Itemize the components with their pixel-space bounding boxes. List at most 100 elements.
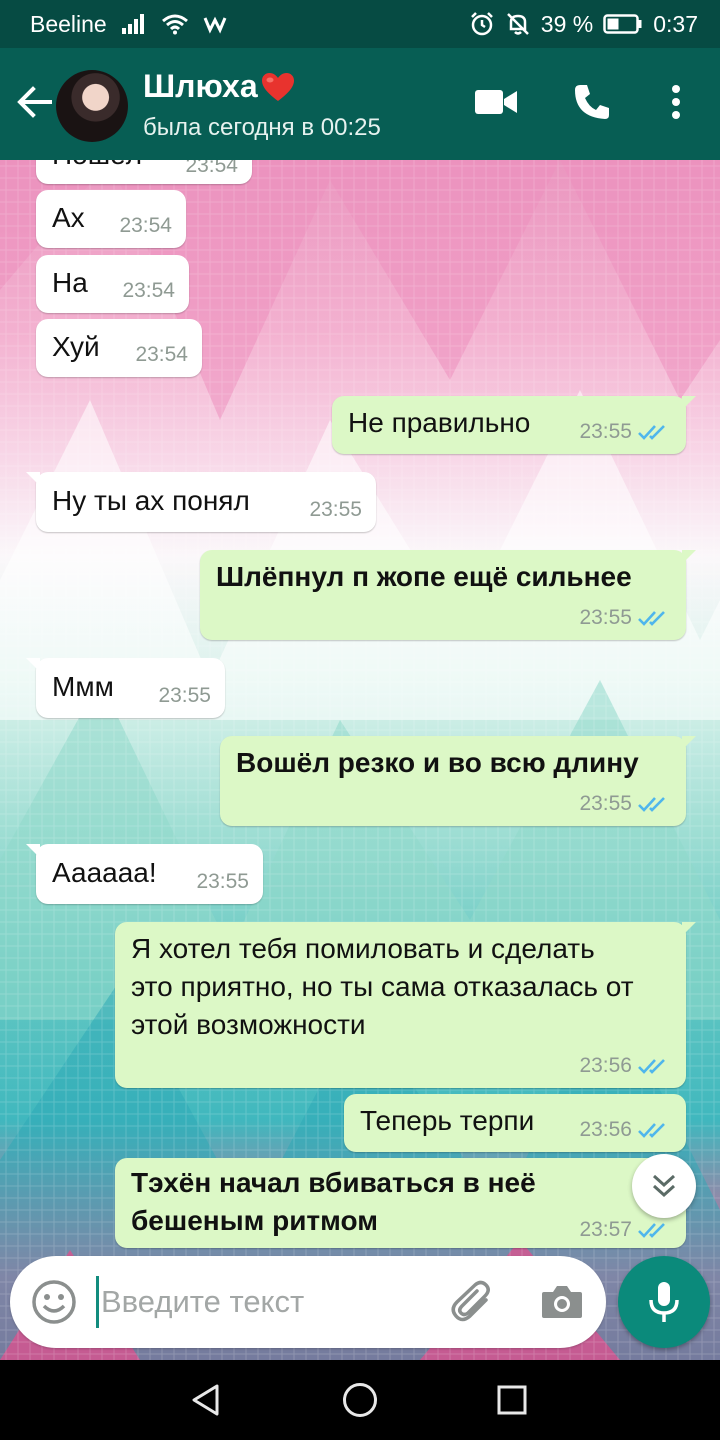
chat-header: Шлюха была сегодня в 00:25 (0, 48, 720, 160)
nav-recents-button[interactable] (486, 1374, 538, 1426)
alarm-icon (469, 11, 495, 37)
double-check-icon (638, 611, 665, 626)
carrier-name: Beeline (30, 10, 107, 37)
clock: 0:37 (653, 10, 698, 37)
message-text: Ну ты ах понял (52, 485, 250, 516)
message-time-text: 23:55 (309, 498, 362, 521)
message-incoming[interactable]: Ммм 23:55 (26, 658, 225, 718)
signal-icon (121, 13, 147, 35)
battery-percent: 39 % (540, 10, 594, 37)
double-check-icon (638, 1223, 665, 1238)
message-outgoing[interactable]: Шлёпнул п жопе ещё сильнее 23:55 (200, 550, 696, 640)
paperclip-icon (451, 1280, 490, 1322)
message-time-text: 23:56 (579, 1054, 632, 1077)
message-incoming[interactable]: Аааааа! 23:55 (26, 844, 263, 904)
message-text: Я хотел тебя помиловать и сделать это пр… (131, 933, 634, 1040)
wifi-icon (161, 13, 189, 35)
contact-name[interactable]: Шлюха (143, 68, 296, 105)
video-call-icon (475, 90, 517, 114)
battery-icon (603, 13, 643, 35)
message-incoming[interactable]: Ну ты ах понял 23:55 (26, 472, 376, 532)
emoji-button[interactable] (30, 1278, 78, 1326)
voice-call-button[interactable] (564, 74, 620, 130)
more-vert-icon (672, 85, 680, 119)
message-time-text: 23:55 (158, 684, 211, 707)
double-check-icon (638, 425, 665, 440)
circle-home-icon (343, 1383, 377, 1417)
message-time-text: 23:55 (579, 606, 632, 629)
message-text: Шлёпнул п жопе ещё сильнее (216, 561, 632, 592)
message-time: 23:55 (579, 420, 670, 444)
wifi-calling-icon (203, 14, 229, 34)
message-time: 23:54 (122, 279, 175, 303)
message-text: Хуй (52, 331, 100, 362)
message-time: 23:55 (158, 684, 211, 708)
message-composer (10, 1256, 606, 1348)
message-time-text: 23:54 (122, 279, 175, 302)
scroll-to-bottom-button[interactable] (632, 1154, 696, 1218)
message-time-text: 23:54 (135, 343, 188, 366)
message-text: Вошёл резко и во всю длину (236, 747, 639, 778)
message-outgoing[interactable]: Вошёл резко и во всю длину 23:55 (220, 736, 696, 826)
triangle-back-icon (192, 1384, 219, 1416)
double-check-icon (638, 797, 665, 812)
message-time: 23:57 (579, 1218, 670, 1242)
message-time: 23:56 (579, 1054, 670, 1078)
message-time: 23:55 (579, 606, 670, 630)
message-text: На (52, 267, 88, 298)
message-time-text: 23:57 (579, 1218, 632, 1241)
message-text: Теперь терпи (360, 1105, 535, 1136)
back-button[interactable] (10, 78, 58, 126)
message-incoming[interactable]: Пошёл 23:54 (36, 160, 252, 184)
message-time-text: 23:54 (185, 160, 238, 177)
emoji-icon (32, 1280, 76, 1324)
system-navigation-bar (0, 1360, 720, 1440)
message-outgoing[interactable]: Я хотел тебя помиловать и сделать это пр… (115, 922, 696, 1088)
nav-back-button[interactable] (180, 1374, 232, 1426)
message-outgoing[interactable]: Не правильно 23:55 (332, 396, 696, 454)
message-incoming[interactable]: Ах 23:54 (36, 190, 186, 248)
back-arrow-icon (17, 86, 52, 118)
message-text: Ммм (52, 671, 114, 702)
message-time-text: 23:55 (196, 870, 249, 893)
message-outgoing[interactable]: Тэхён начал вбиваться в неё бешеным ритм… (115, 1158, 686, 1248)
message-time-text: 23:56 (579, 1118, 632, 1141)
phone-icon (575, 85, 609, 119)
camera-icon (542, 1286, 582, 1318)
chat-area[interactable]: Пошёл 23:54 Ах 23:54 На 23:54 Хуй 23:54 … (0, 160, 720, 1360)
message-time: 23:54 (185, 160, 238, 178)
double-check-icon (638, 1123, 665, 1138)
more-options-button[interactable] (648, 74, 704, 130)
video-call-button[interactable] (468, 74, 524, 130)
last-seen-status: была сегодня в 00:25 (143, 114, 381, 141)
message-time-text: 23:55 (579, 792, 632, 815)
message-time: 23:56 (579, 1118, 670, 1142)
square-recents-icon (497, 1385, 527, 1415)
message-text: Тэхён начал вбиваться в неё бешеным ритм… (131, 1167, 536, 1236)
message-time-text: 23:55 (579, 420, 632, 443)
message-time-text: 23:54 (119, 214, 172, 237)
avatar[interactable] (56, 70, 128, 142)
nav-home-button[interactable] (334, 1374, 386, 1426)
message-input[interactable] (96, 1276, 416, 1328)
microphone-icon (649, 1282, 679, 1322)
message-incoming[interactable]: Хуй 23:54 (36, 319, 202, 377)
mute-icon (505, 11, 531, 37)
double-chevron-down-icon (652, 1174, 676, 1198)
attach-button[interactable] (448, 1278, 496, 1326)
message-time: 23:55 (196, 870, 249, 894)
message-text: Аааааа! (52, 857, 157, 888)
contact-name-text: Шлюха (143, 68, 258, 104)
message-text: Пошёл (52, 160, 142, 174)
red-heart-icon (261, 72, 294, 101)
message-text: Ах (52, 202, 85, 233)
camera-button[interactable] (538, 1278, 586, 1326)
double-check-icon (638, 1059, 665, 1074)
message-incoming[interactable]: На 23:54 (36, 255, 189, 313)
message-time: 23:55 (579, 792, 670, 816)
message-outgoing[interactable]: Теперь терпи 23:56 (344, 1094, 686, 1152)
message-text: Не правильно (348, 407, 531, 438)
message-time: 23:54 (135, 343, 188, 367)
message-time: 23:55 (309, 498, 362, 522)
voice-message-button[interactable] (618, 1256, 710, 1348)
